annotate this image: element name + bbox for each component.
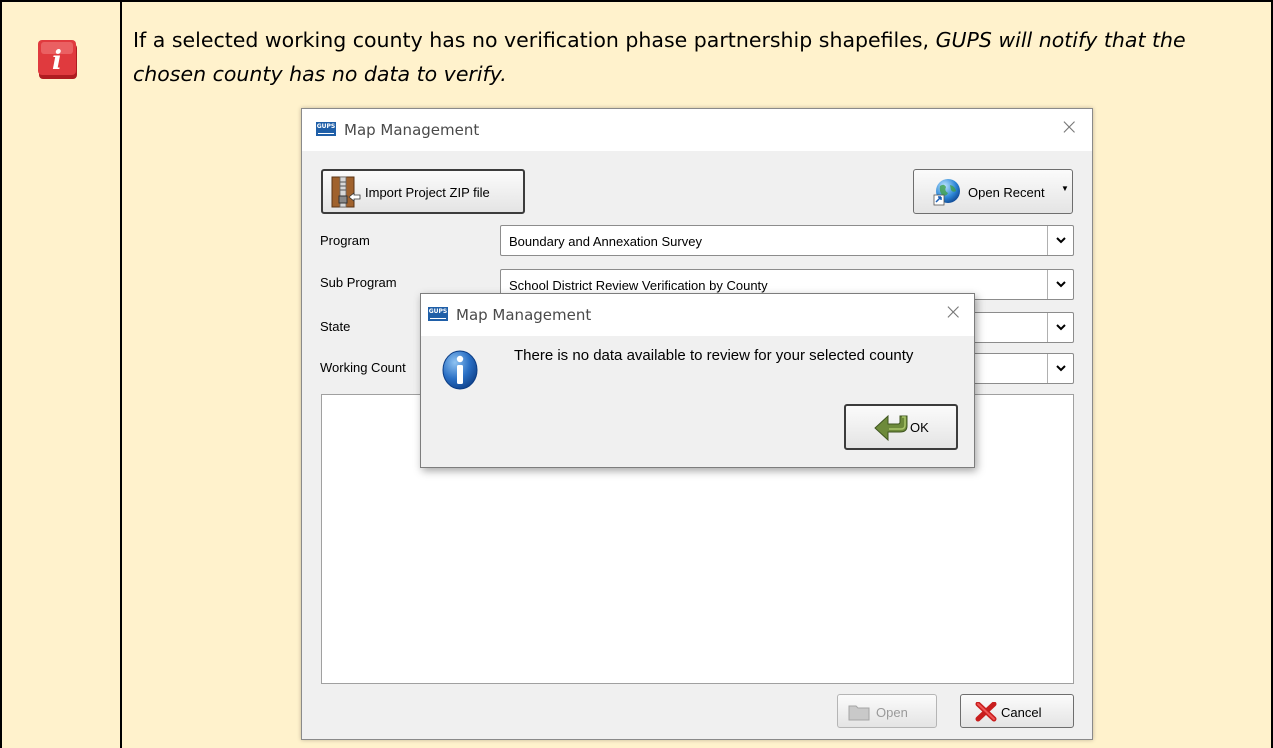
red-x-icon [975, 701, 997, 725]
ok-button-label: OK [910, 420, 929, 435]
import-button-label: Import Project ZIP file [365, 185, 490, 200]
subprogram-label: Sub Program [320, 275, 397, 290]
green-arrow-icon [874, 412, 910, 447]
chevron-down-icon[interactable] [1047, 313, 1073, 342]
working-county-label: Working Count [320, 360, 406, 375]
gups-logo: GUPS [316, 122, 336, 136]
cancel-button-label: Cancel [1001, 705, 1042, 720]
open-recent-button[interactable]: Open Recent ▼ [913, 169, 1073, 214]
program-value: Boundary and Annexation Survey [509, 234, 702, 249]
import-project-zip-button[interactable]: Import Project ZIP file [321, 169, 525, 214]
open-recent-label: Open Recent [968, 185, 1045, 200]
info-icon: i [38, 40, 80, 80]
folder-icon [848, 703, 870, 724]
note-text: If a selected working county has no veri… [133, 23, 1258, 91]
table-border-top [0, 0, 1273, 2]
program-label: Program [320, 233, 370, 248]
state-label: State [320, 319, 351, 334]
information-icon [441, 349, 479, 396]
window-titlebar: GUPS Map Management × [302, 109, 1092, 151]
program-select[interactable]: Boundary and Annexation Survey [500, 225, 1074, 256]
dropdown-arrow-icon: ▼ [1061, 184, 1069, 193]
note-text-normal: If a selected working county has no veri… [133, 28, 936, 52]
table-border-left [0, 0, 2, 748]
chevron-down-icon[interactable] [1047, 270, 1073, 299]
gups-logo: GUPS [428, 307, 448, 321]
chevron-down-icon[interactable] [1047, 226, 1073, 255]
subprogram-value: School District Review Verification by C… [509, 278, 768, 293]
dialog-titlebar: GUPS Map Management × [421, 294, 974, 336]
svg-text:i: i [52, 46, 62, 76]
ok-button[interactable]: OK [844, 404, 958, 450]
no-data-dialog: GUPS Map Management × There is no data a… [420, 293, 975, 468]
open-button-label: Open [876, 705, 908, 720]
dialog-title: Map Management [456, 306, 592, 324]
zip-file-icon [331, 176, 361, 211]
chevron-down-icon[interactable] [1047, 354, 1073, 383]
open-button[interactable]: Open [837, 694, 937, 728]
globe-icon [932, 177, 962, 210]
close-icon[interactable]: × [944, 300, 962, 325]
close-icon[interactable]: × [1060, 115, 1078, 140]
dialog-message: There is no data available to review for… [514, 347, 914, 364]
table-border-divider [120, 0, 122, 748]
window-title: Map Management [344, 121, 480, 139]
cancel-button[interactable]: Cancel [960, 694, 1074, 728]
